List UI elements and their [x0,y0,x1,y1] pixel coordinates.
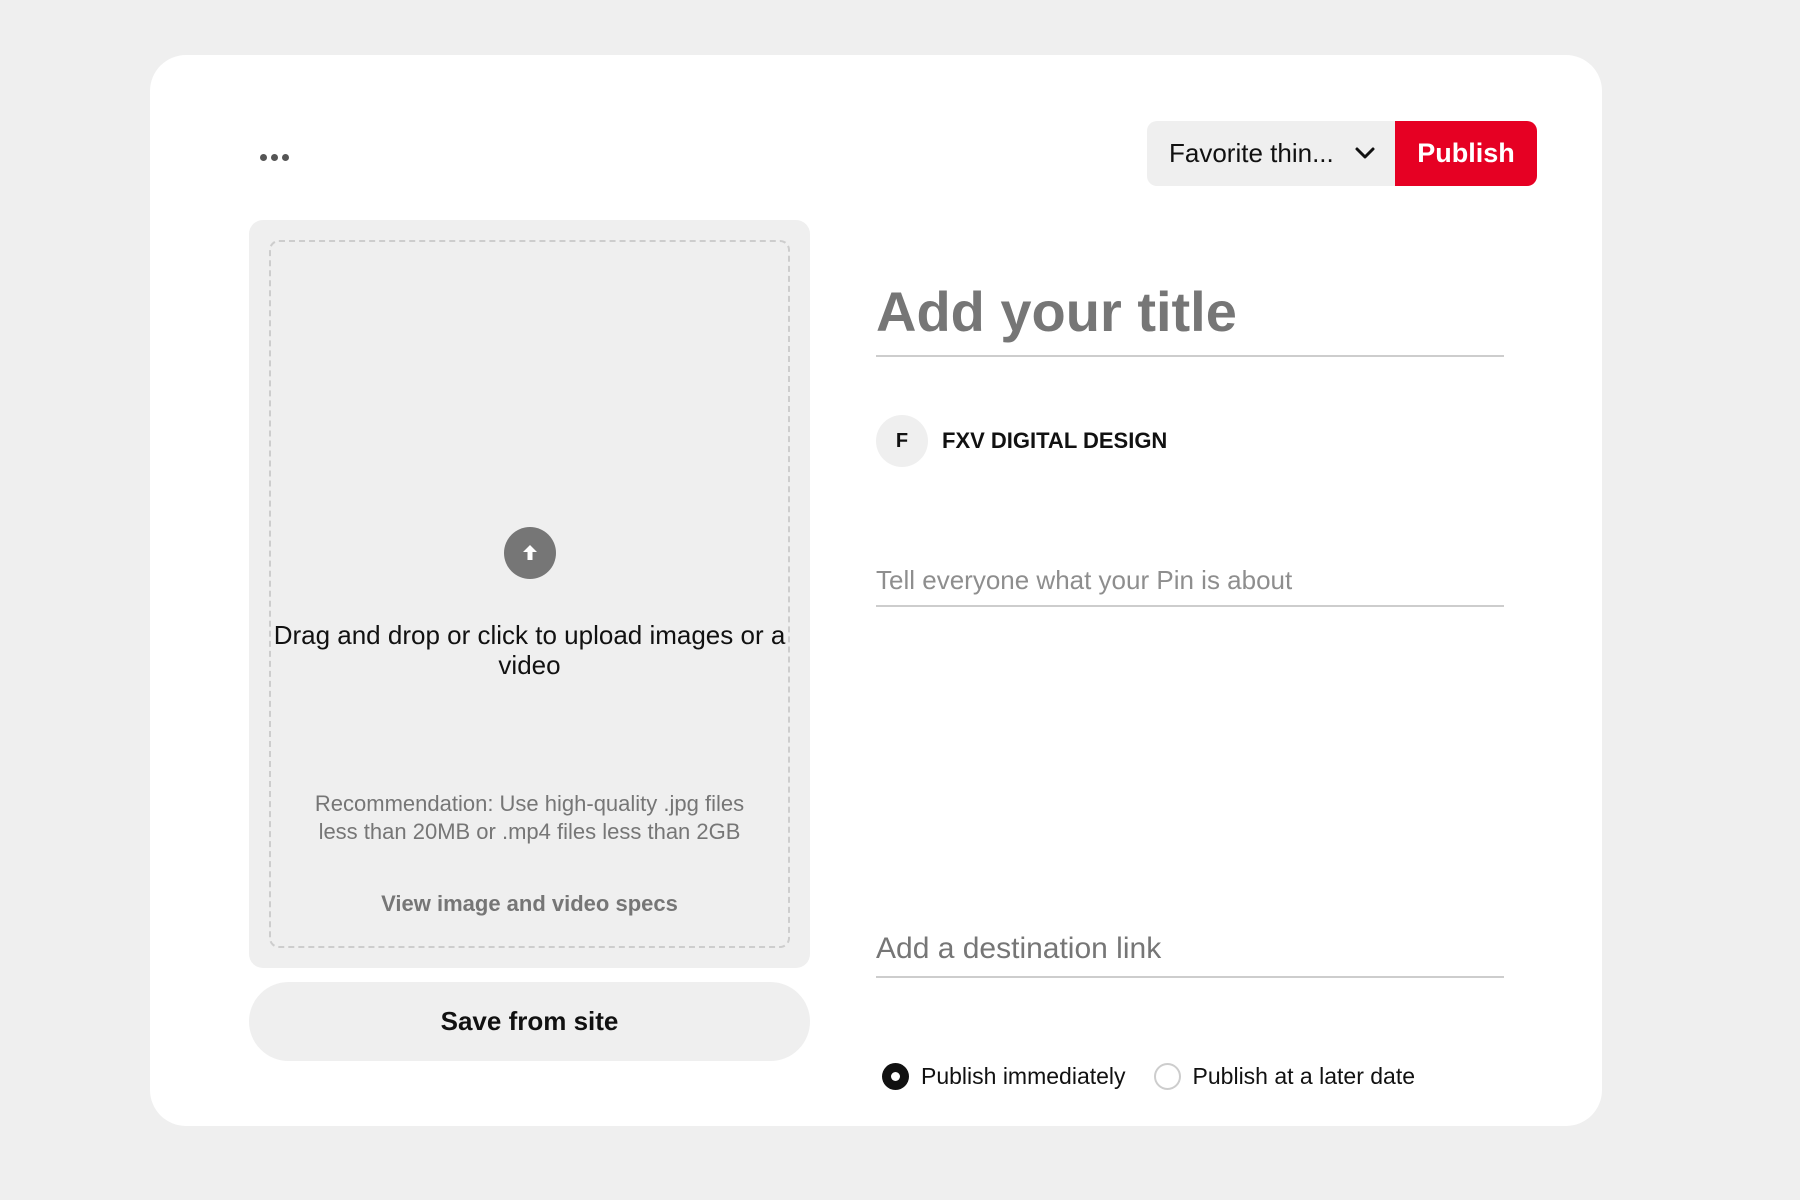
owner-name: FXV DIGITAL DESIGN [942,428,1168,453]
radio-label: Publish at a later date [1192,1062,1416,1089]
upload-dropzone[interactable]: Drag and drop or click to upload images … [269,240,790,948]
pin-owner: F FXV DIGITAL DESIGN [876,415,1167,467]
radio-dot [891,1071,900,1081]
publish-timing-options: Publish immediately Publish at a later d… [882,1058,1415,1094]
arrow-up-glyph [523,545,537,560]
save-from-site-button[interactable]: Save from site [249,982,810,1061]
upload-instructions: Drag and drop or click to upload images … [273,620,786,680]
upload-recommendation: Recommendation: Use high-quality .jpg fi… [314,791,745,844]
pin-title-input[interactable] [876,267,1504,357]
ellipsis-dot [281,153,289,161]
publish-immediately-option[interactable]: Publish immediately [882,1062,1126,1090]
avatar: F [876,415,928,467]
arrow-up-icon [504,527,556,579]
radio-label: Publish immediately [921,1062,1126,1089]
board-select-dropdown[interactable]: Favorite thin... [1147,121,1397,186]
radio-selected-icon[interactable] [882,1062,909,1090]
publish-button[interactable]: Publish [1395,121,1537,186]
upload-panel: Drag and drop or click to upload images … [249,220,810,968]
radio-unselected-icon[interactable] [1153,1062,1181,1090]
ellipsis-dot [270,153,278,161]
pin-builder-card: Favorite thin... Publish Drag and drop o… [150,55,1602,1126]
view-specs-link[interactable]: View image and video specs [271,891,788,917]
destination-link-input[interactable] [876,922,1504,978]
pin-description-input[interactable] [876,555,1504,607]
publish-later-option[interactable]: Publish at a later date [1153,1062,1416,1090]
board-select-value: Favorite thin... [1169,138,1334,168]
ellipsis-icon [259,153,267,161]
chevron-down-icon [1355,147,1375,159]
more-options-button[interactable] [249,137,299,177]
